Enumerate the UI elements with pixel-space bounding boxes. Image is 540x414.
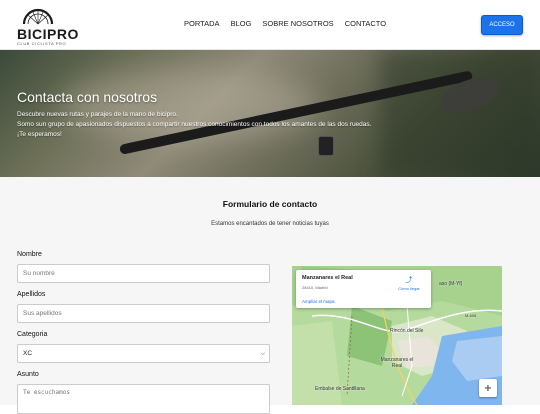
bicipro-logo[interactable]: BICIPRO CLUB CICLISTA PRO: [16, 4, 80, 48]
main-nav: PORTADA BLOG SOBRE NOSOTROS CONTACTO: [184, 19, 397, 28]
surname-input[interactable]: Sus apellidos: [17, 304, 270, 323]
enlarge-map-link[interactable]: Ampliar el mapa: [302, 299, 335, 304]
site-header: BICIPRO CLUB CICLISTA PRO PORTADA BLOG S…: [0, 0, 540, 50]
map-label-m608: M-608: [465, 313, 477, 318]
chevron-down-icon: ⌵: [260, 349, 265, 357]
logo-subtext: CLUB CICLISTA PRO: [17, 41, 67, 46]
category-value: XC: [23, 350, 33, 357]
subject-textarea[interactable]: Te escuchamos: [17, 384, 270, 414]
map-place-card: Manzanares el Real 28410, Madrid ⤴ Cómo …: [296, 270, 431, 308]
directions-label: Cómo llegar: [398, 286, 420, 291]
hero-banner: Contacta con nosotros Descubre nuevas ru…: [0, 50, 540, 177]
map-place-address: 28410, Madrid: [302, 285, 328, 290]
subject-label: Asunto: [17, 371, 39, 378]
map-label-road: aso (M-Yf): [439, 281, 463, 287]
hero-description: Descubre nuevas rutas y parajes de la ma…: [17, 110, 371, 140]
category-label: Categoria: [17, 331, 48, 338]
name-label: Nombre: [17, 251, 42, 258]
zoom-in-button[interactable]: +: [479, 379, 497, 397]
contact-section: Formulario de contacto Estamos encantado…: [0, 177, 540, 414]
logo-text: BICIPRO: [17, 26, 79, 42]
map-place-name: Manzanares el Real: [302, 275, 353, 281]
directions-button[interactable]: ⤴ Cómo llegar: [394, 275, 424, 291]
category-select[interactable]: XC ⌵: [17, 344, 270, 363]
directions-icon: ⤴: [405, 276, 413, 284]
nav-portada[interactable]: PORTADA: [184, 19, 220, 28]
name-input[interactable]: Su nombre: [17, 264, 270, 283]
hero-line-3: ¡Te esperamos!: [17, 131, 62, 138]
bicycle-wheel-icon: [22, 8, 54, 25]
map-label-reservoir: Embalse de Santillana: [315, 386, 365, 392]
hero-line-2: Somo sun grupo de apasionados dispuestos…: [17, 121, 372, 128]
nav-contacto[interactable]: CONTACTO: [345, 19, 386, 28]
form-subtitle: Estamos encantados de tener noticias tuy…: [211, 221, 329, 227]
login-button[interactable]: ACCESO: [481, 15, 523, 35]
hero-title: Contacta con nosotros: [17, 89, 158, 105]
surname-label: Apellidos: [17, 291, 46, 298]
hero-background-trees: [380, 50, 540, 177]
form-title: Formulario de contacto: [222, 199, 318, 209]
hero-line-1: Descubre nuevas rutas y parajes de la ma…: [17, 111, 178, 118]
nav-sobre-nosotros[interactable]: SOBRE NOSOTROS: [262, 19, 333, 28]
map-label-town: Manzanares el Real: [380, 357, 414, 369]
nav-blog[interactable]: BLOG: [231, 19, 252, 28]
map-label-rincon: Rincón del Sile: [390, 328, 424, 334]
embedded-map[interactable]: aso (M-Yf) M-608 Rincón del Sile Manzana…: [292, 266, 502, 405]
